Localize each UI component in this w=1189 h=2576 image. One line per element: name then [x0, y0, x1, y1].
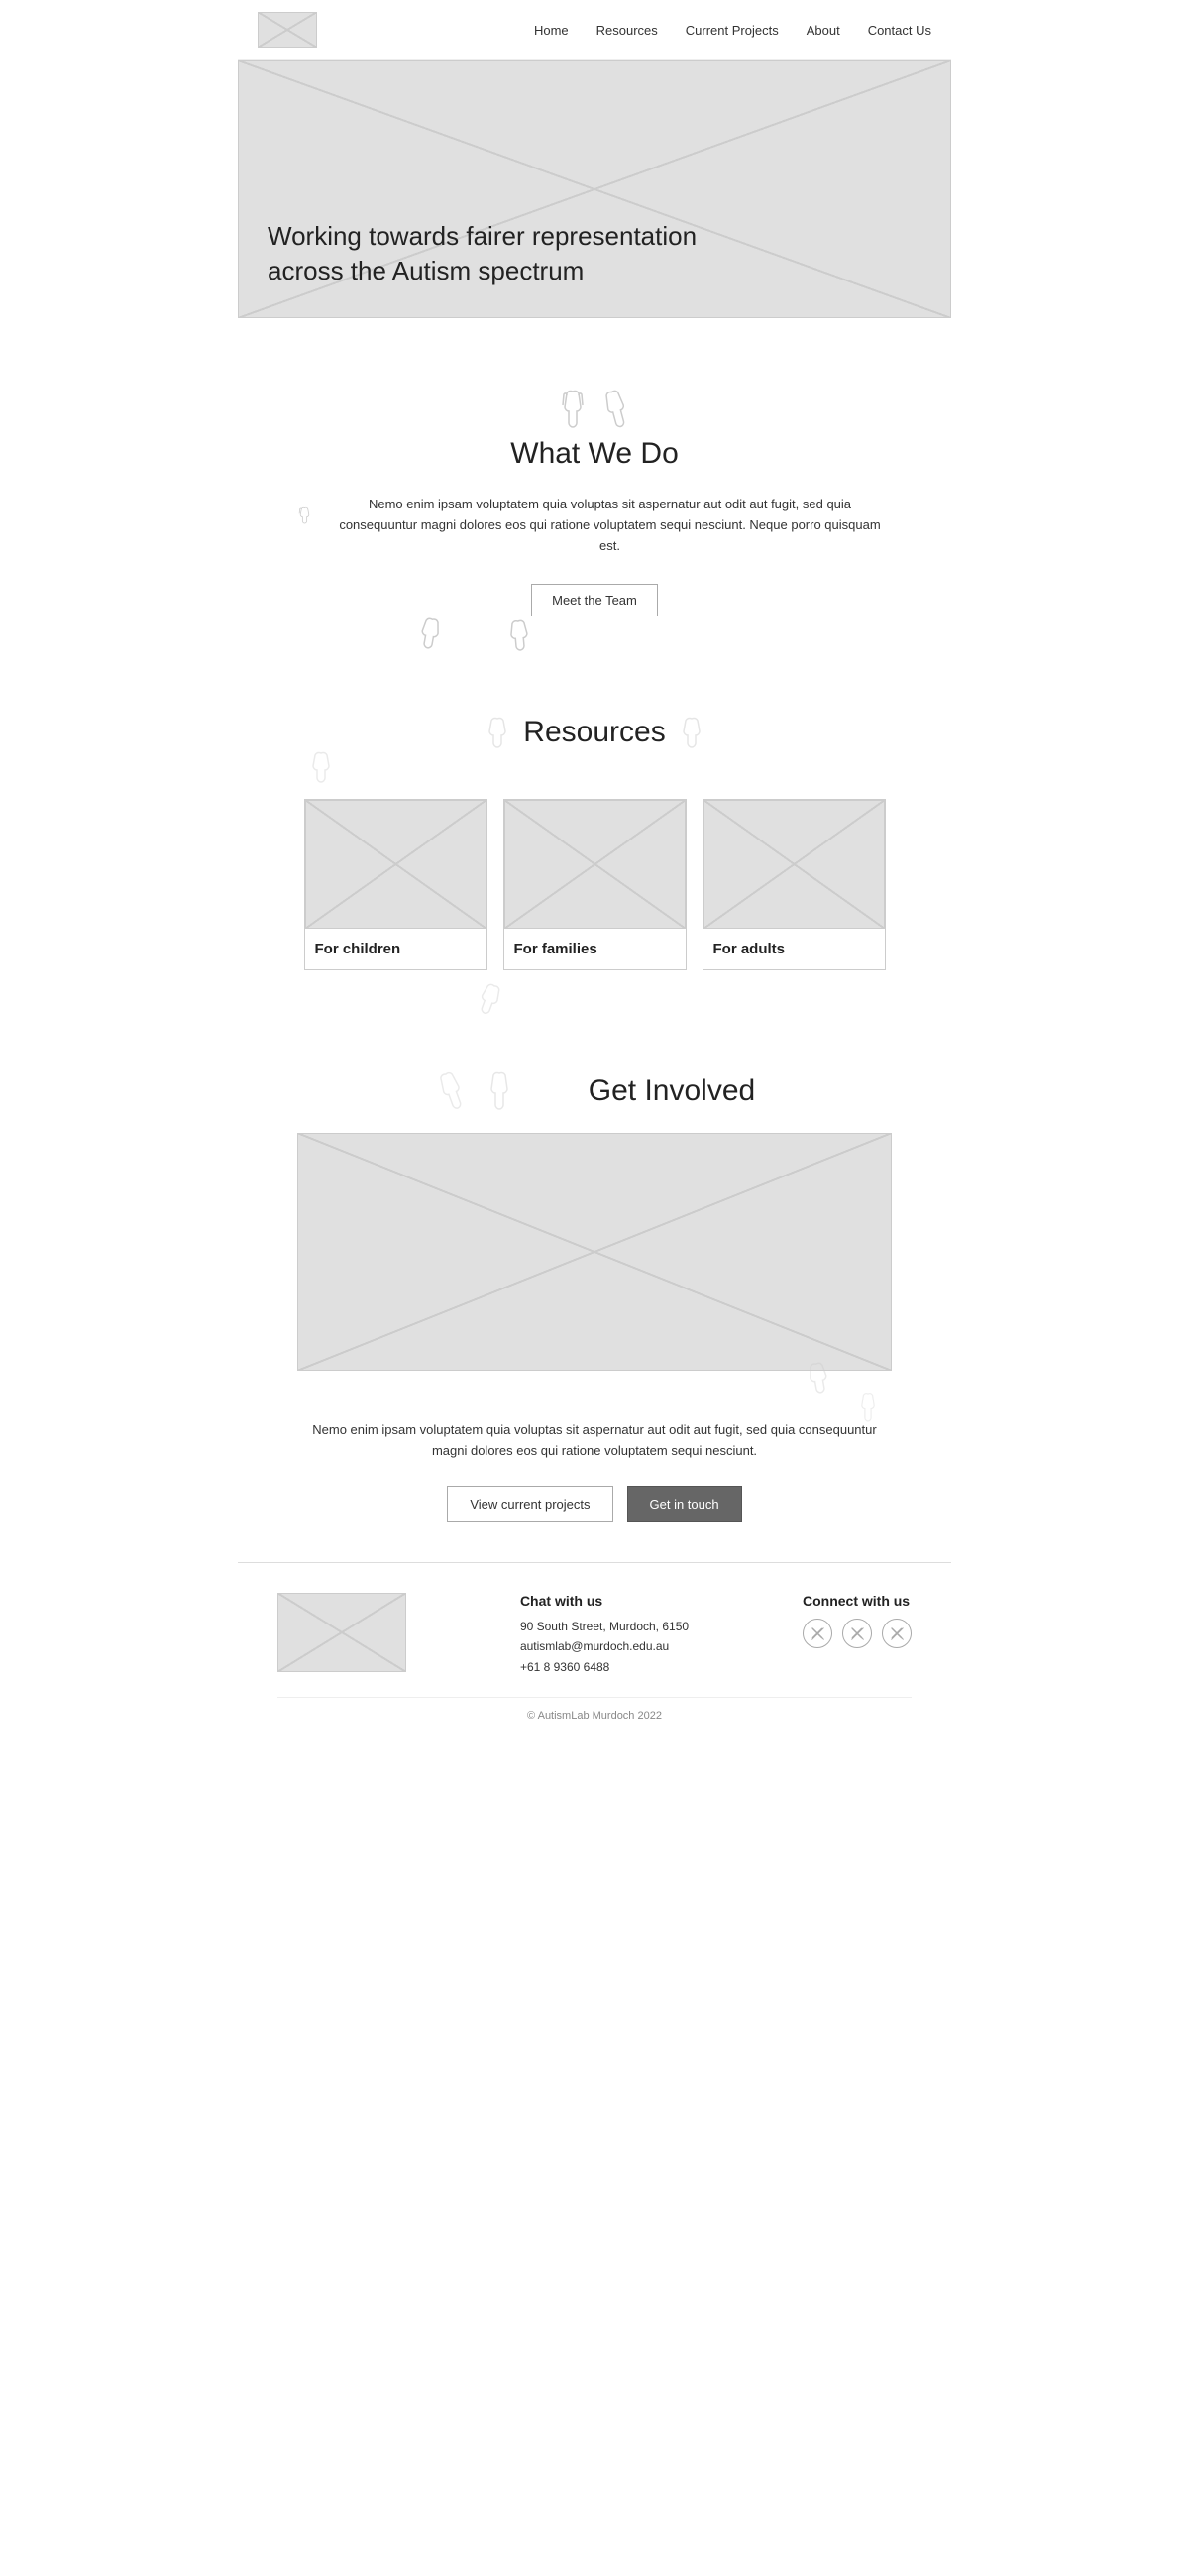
- hand-icon-gi-left: [427, 1065, 476, 1119]
- resource-card-families[interactable]: For families: [503, 799, 687, 970]
- nav-links: Home Resources Current Projects About Co…: [534, 23, 931, 38]
- nav-about[interactable]: About: [807, 23, 840, 38]
- what-we-do-title: What We Do: [297, 437, 892, 471]
- footer-contact: Chat with us 90 South Street, Murdoch, 6…: [520, 1593, 689, 1677]
- cta-buttons: View current projects Get in touch: [297, 1486, 892, 1522]
- resources-grid: For children For families For adults: [277, 799, 912, 970]
- hand-icon-gi-mid: [482, 1069, 517, 1113]
- hand-icon-2: [594, 384, 639, 435]
- nav-current-projects[interactable]: Current Projects: [686, 23, 779, 38]
- hand-icon-scatter-3: [307, 750, 335, 784]
- footer-top: Chat with us 90 South Street, Murdoch, 6…: [277, 1593, 912, 1677]
- get-involved-body: Nemo enim ipsam voluptatem quia voluptas…: [297, 1420, 892, 1462]
- footer-copyright: © AutismLab Murdoch 2022: [277, 1697, 912, 1722]
- resource-card-adults[interactable]: For adults: [703, 799, 886, 970]
- resource-label-adults: For adults: [703, 929, 885, 969]
- meet-team-button[interactable]: Meet the Team: [531, 584, 658, 616]
- footer-social-title: Connect with us: [803, 1593, 912, 1609]
- resource-label-children: For children: [305, 929, 486, 969]
- nav-resources[interactable]: Resources: [596, 23, 658, 38]
- resource-card-children[interactable]: For children: [304, 799, 487, 970]
- hand-icon-1: [555, 388, 591, 431]
- resource-label-families: For families: [504, 929, 686, 969]
- resources-title: Resources: [523, 716, 665, 749]
- footer-logo: [277, 1593, 406, 1672]
- view-projects-button[interactable]: View current projects: [447, 1486, 612, 1522]
- social-icons: [803, 1619, 912, 1648]
- get-involved-section: Get Involved Nemo enim ipsam voluptatem …: [238, 1050, 951, 1562]
- footer: Chat with us 90 South Street, Murdoch, 6…: [238, 1562, 951, 1737]
- hand-icon-res-right: [678, 716, 705, 749]
- hero-section: Working towards fairer representation ac…: [238, 60, 951, 318]
- resources-section: Resources For children For families For …: [238, 696, 951, 1050]
- hand-icon-res-left: [484, 716, 511, 749]
- get-involved-title: Get Involved: [589, 1074, 755, 1108]
- social-icon-3[interactable]: [882, 1619, 912, 1648]
- resource-img-families: [504, 800, 686, 929]
- social-icon-1[interactable]: [803, 1619, 832, 1648]
- what-we-do-body: Nemo enim ipsam voluptatem quia voluptas…: [297, 495, 892, 556]
- hand-icon-scatter-4: [471, 979, 508, 1021]
- footer-email[interactable]: autismlab@murdoch.edu.au: [520, 1636, 689, 1656]
- hand-icon-left: [297, 499, 312, 532]
- navbar: Home Resources Current Projects About Co…: [238, 0, 951, 60]
- get-involved-image: [297, 1133, 892, 1371]
- footer-address: 90 South Street, Murdoch, 6150: [520, 1617, 689, 1636]
- hand-icon-scatter-6: [854, 1391, 882, 1424]
- hand-icon-scatter-5: [802, 1359, 834, 1397]
- get-in-touch-button[interactable]: Get in touch: [627, 1486, 742, 1522]
- hand-icon-scatter-2: [504, 617, 535, 653]
- what-we-do-section: What We Do Nemo enim ipsam voluptatem qu…: [238, 358, 951, 696]
- hand-icon-scatter-1: [413, 615, 446, 652]
- what-we-do-text: Nemo enim ipsam voluptatem quia voluptas…: [328, 495, 892, 556]
- footer-chat-title: Chat with us: [520, 1593, 689, 1609]
- social-icon-2[interactable]: [842, 1619, 872, 1648]
- nav-home[interactable]: Home: [534, 23, 569, 38]
- resource-img-children: [305, 800, 486, 929]
- deco-hands-top: [297, 388, 892, 431]
- resource-img-adults: [703, 800, 885, 929]
- hero-tagline: Working towards fairer representation ac…: [268, 219, 697, 288]
- footer-phone: +61 8 9360 6488: [520, 1657, 689, 1677]
- nav-contact[interactable]: Contact Us: [868, 23, 931, 38]
- nav-logo: [258, 12, 317, 48]
- footer-social: Connect with us: [803, 1593, 912, 1648]
